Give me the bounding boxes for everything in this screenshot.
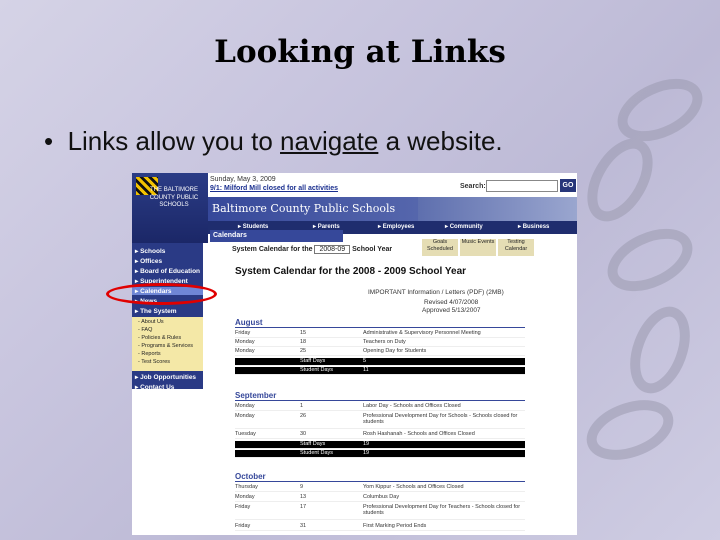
subtab-music[interactable]: Music Events [460,239,496,256]
alert-link[interactable]: 9/1: Milford Mill closed for all activit… [210,185,338,192]
tab-community[interactable]: ▸ Community [445,223,483,230]
slide-title: Looking at Links [214,34,506,70]
banner-photo [418,197,577,221]
month-heading: September [235,391,525,401]
calendar-selector: System Calendar for the 2008-09 School Y… [232,245,392,254]
submenu-policies[interactable]: - Policies & Rules [138,335,181,341]
month-heading: August [235,318,525,328]
summary-row: Student Days 19 [235,450,525,458]
bullet-text-pre: Links allow you to [67,126,273,156]
table-row: Thursday 9 Yom Kippur - Schools and Office… [235,484,525,492]
submenu-about[interactable]: - About Us [138,319,164,325]
sidebar-item-schools[interactable]: ▸ Schools [135,247,165,255]
school-logo[interactable]: THE BALTIMORE COUNTY PUBLIC SCHOOLS [132,173,208,243]
summary-row: Staff Days 5 [235,358,525,366]
submenu-reports[interactable]: - Reports [138,351,161,357]
table-row: Monday 25 Opening Day for Students [235,348,525,356]
calendar-document-title: System Calendar for the 2008 - 2009 Scho… [235,266,467,277]
sidebar-nav: ▸ Schools ▸ Offices ▸ Board of Education… [132,243,203,391]
table-row: Monday 26 Professional Development Day for… [235,413,525,429]
calendar-select-suffix: School Year [352,246,393,253]
summary-row: Student Days 11 [235,367,525,375]
bullet-text-link: navigate [280,126,379,156]
search-input[interactable] [486,180,558,192]
site-banner: Baltimore County Public Schools [208,197,577,221]
table-row: Friday 17 Professional Development Day for… [235,504,525,520]
site-title: Baltimore County Public Schools [212,202,396,215]
sidebar-submenu: - About Us - FAQ - Policies & Rules - Pr… [132,317,203,371]
sidebar-item-contact[interactable]: ▸ Contact Us [135,383,174,391]
search-label: Search: [460,183,486,190]
calendar-approved: Approved 5/13/2007 [422,307,481,314]
tab-students[interactable]: ▸ Students [238,223,268,230]
submenu-programs[interactable]: - Programs & Services [138,343,193,349]
table-row: Tuesday 30 Rosh Hashanah - Schools and Off… [235,431,525,439]
bullet-symbol: • [44,126,54,156]
website-screenshot: THE BALTIMORE COUNTY PUBLIC SCHOOLS Sund… [132,173,577,535]
school-year-select[interactable]: 2008-09 [314,245,351,254]
tab-business[interactable]: ▸ Business [518,223,549,230]
tab-employees[interactable]: ▸ Employees [378,223,414,230]
submenu-test-scores[interactable]: - Test Scores [138,359,170,365]
month-heading: October [235,472,525,482]
sidebar-item-jobs[interactable]: ▸ Job Opportunities [135,373,196,381]
subtab-testing[interactable]: Testing Calendar [498,239,534,256]
calendar-info-link[interactable]: IMPORTANT Information / Letters (PDF) (2… [368,289,504,296]
current-date: Sunday, May 3, 2009 [210,176,276,183]
subtab-goals[interactable]: Goals Scheduled [422,239,458,256]
highlight-oval [106,283,217,305]
logo-text: THE BALTIMORE COUNTY PUBLIC SCHOOLS [149,187,199,208]
calendar-select-label: System Calendar for the [232,246,313,253]
go-button[interactable]: GO [560,179,576,192]
tab-parents[interactable]: ▸ Parents [313,223,340,230]
sidebar-item-offices[interactable]: ▸ Offices [135,257,162,265]
section-title: Calendars [210,230,343,242]
bullet-text-post: a website. [385,126,503,156]
table-row: Monday 18 Teachers on Duty [235,339,525,347]
sidebar-item-system[interactable]: ▸ The System [135,307,177,315]
table-row: Friday 15 Administrative & Supervisory Per… [235,330,525,338]
table-row: Monday 1 Labor Day - Schools and Offices C… [235,403,525,411]
table-row: Monday 13 Columbus Day [235,494,525,502]
bullet-point: • Links allow you to navigate a website. [44,126,503,157]
summary-row: Staff Days 19 [235,441,525,449]
submenu-faq[interactable]: - FAQ [138,327,152,333]
calendar-revised: Revised 4/07/2008 [424,299,479,306]
sidebar-item-board[interactable]: ▸ Board of Education [135,267,200,275]
table-row: Friday 31 First Marking Period Ends [235,523,525,531]
